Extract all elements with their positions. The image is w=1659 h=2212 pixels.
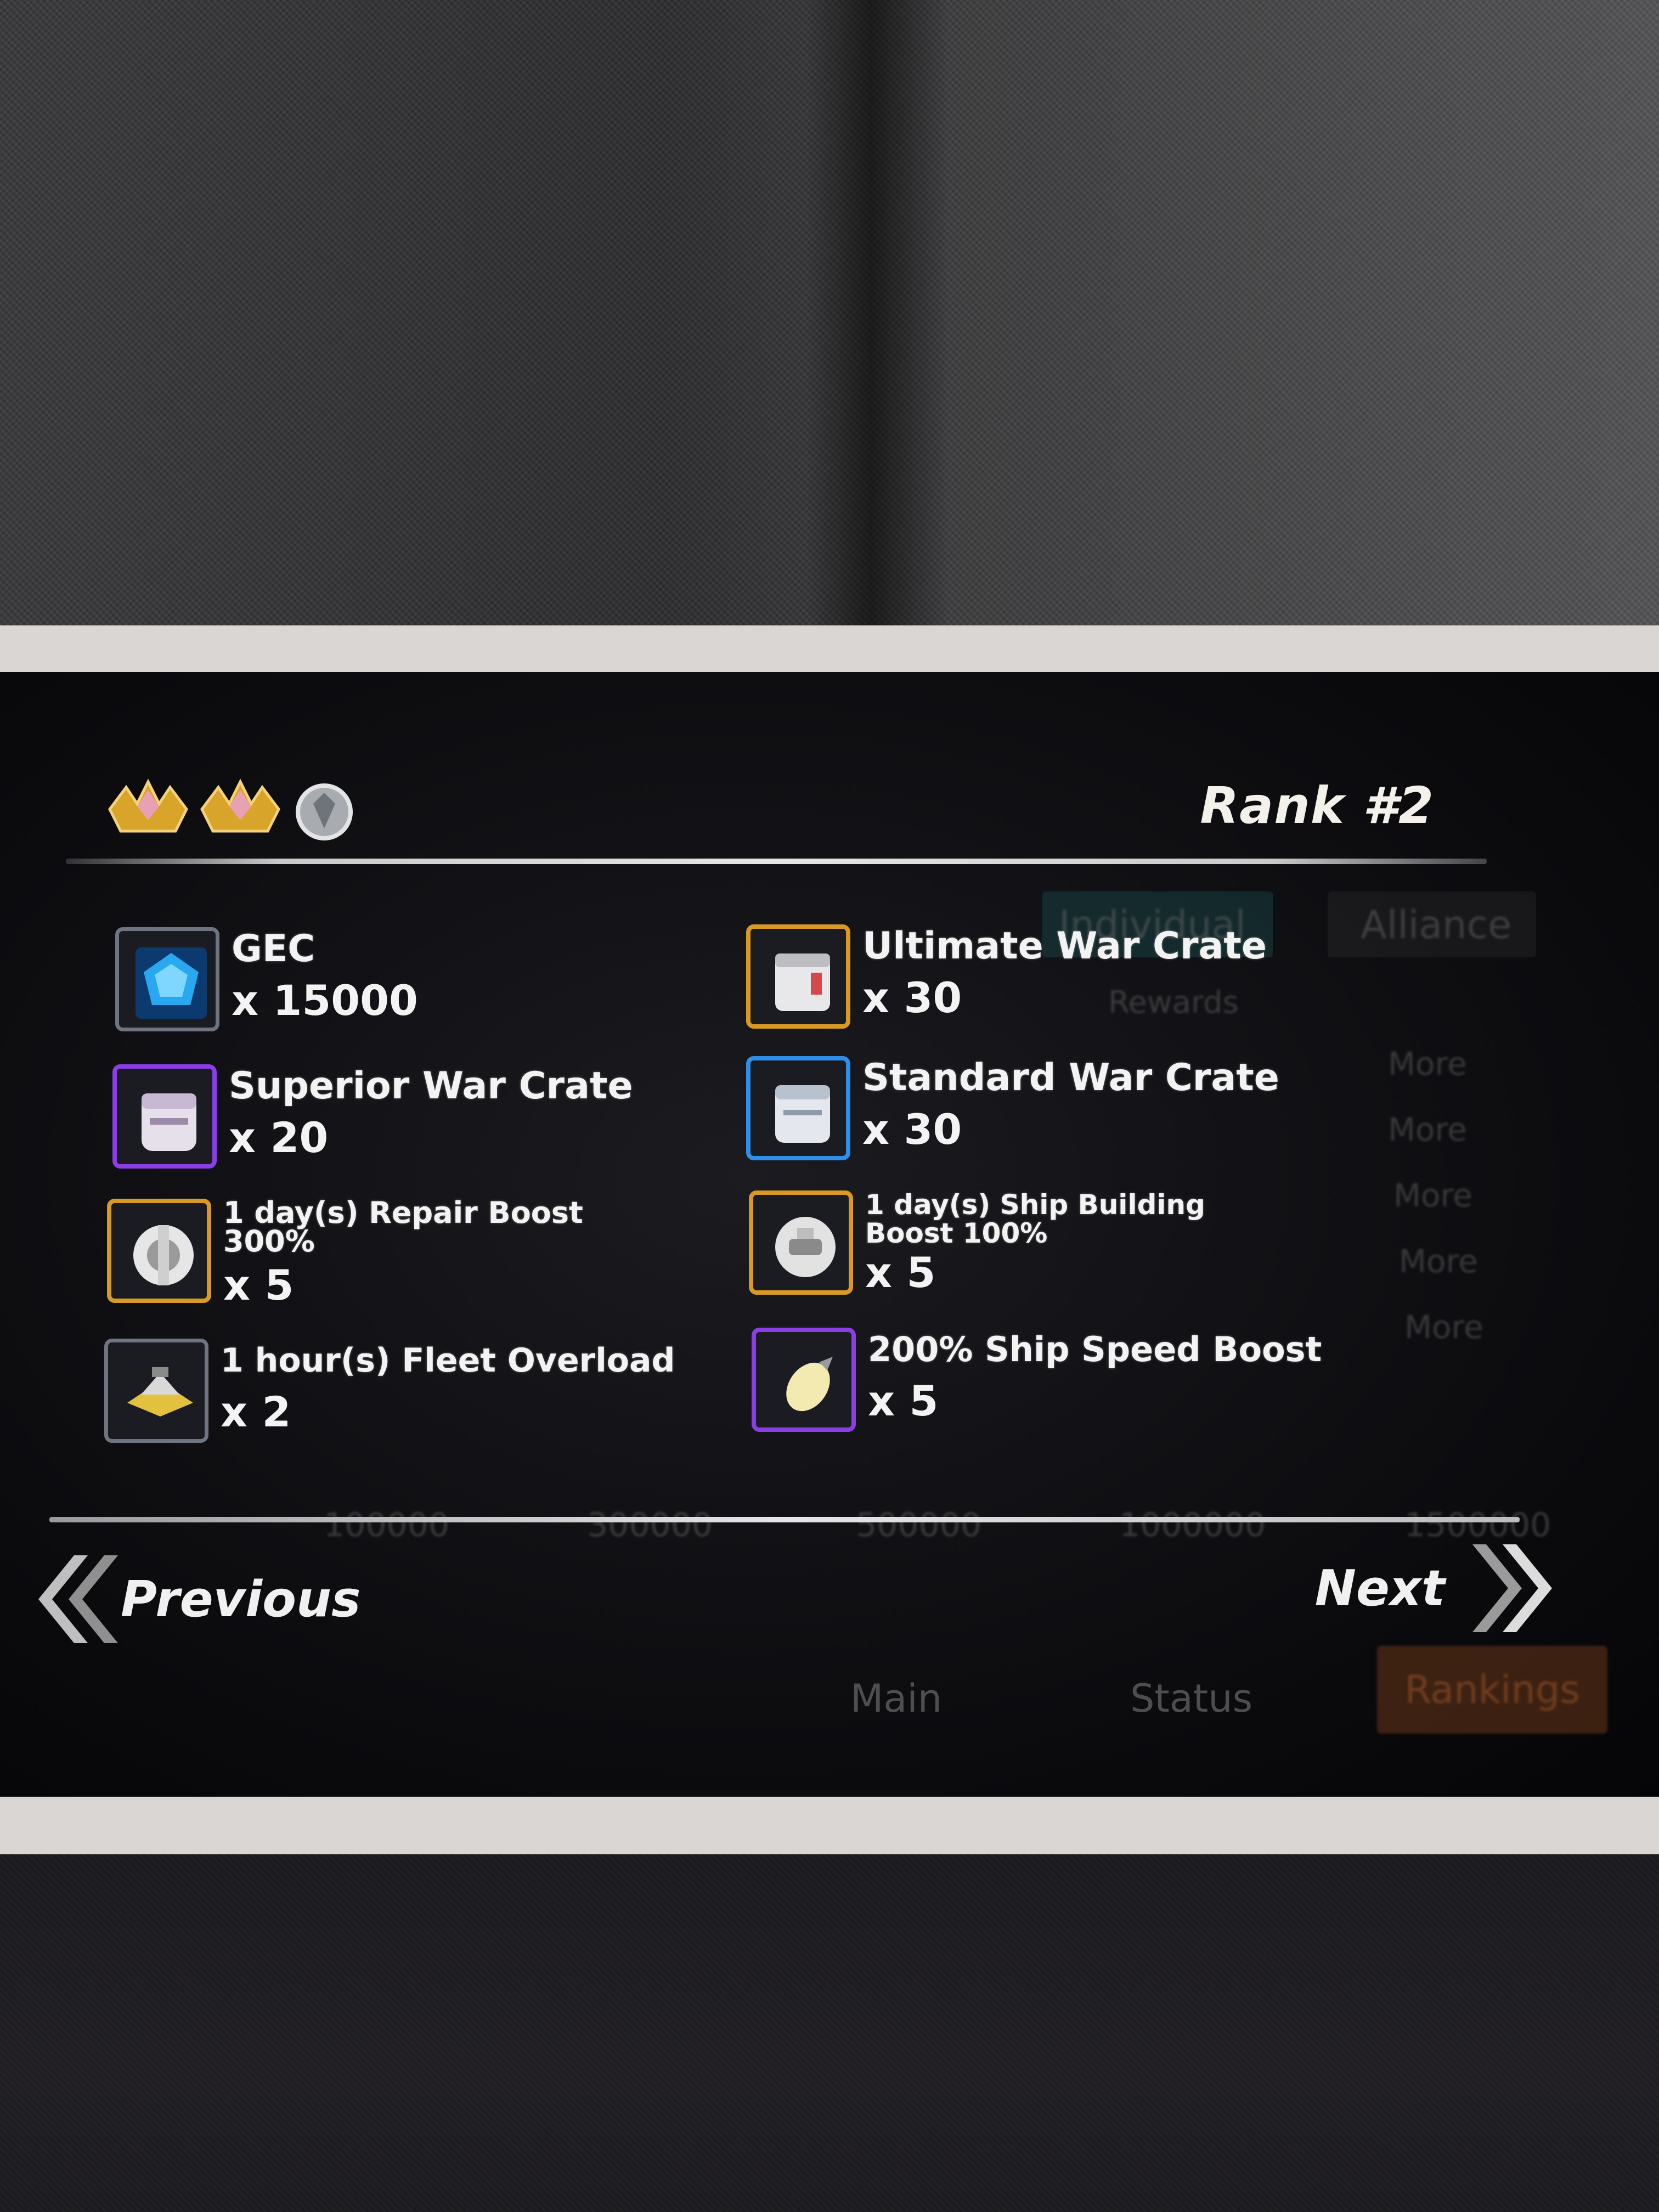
reward-icon-frame: [115, 927, 219, 1031]
reward-icon-frame: [112, 1064, 217, 1169]
reward-quantity: x 30: [862, 973, 962, 1022]
reward-name: 1 hour(s) Fleet Overload: [221, 1341, 675, 1380]
reward-quantity: x 5: [865, 1248, 936, 1297]
reward-item: 1 hour(s) Fleet Overload x 2: [104, 1339, 675, 1443]
reward-quantity: x 2: [221, 1387, 291, 1436]
reward-quantity: x 15000: [232, 976, 418, 1025]
reward-icon-frame: [746, 924, 850, 1029]
more-button[interactable]: More: [1399, 1243, 1478, 1280]
more-button[interactable]: More: [1388, 1045, 1467, 1082]
tab-main[interactable]: Main: [850, 1676, 942, 1721]
reward-name: Superior War Crate: [229, 1064, 633, 1108]
reward-icon-frame: [746, 1056, 850, 1160]
ship-speed-boost-icon: [786, 1357, 833, 1412]
tab-alliance-label: Alliance: [1361, 902, 1512, 947]
game-screen: Individual Alliance Rewards More More Mo…: [0, 672, 1659, 1797]
reward-quantity: x 5: [868, 1376, 939, 1425]
rank-title: Rank #2: [1200, 776, 1434, 835]
reward-item: Superior War Crate x 20: [112, 1064, 633, 1169]
more-button[interactable]: More: [1388, 1111, 1467, 1148]
reward-name: GEC: [232, 927, 315, 970]
gold-medal-icon: [104, 776, 192, 842]
ship-building-boost-icon: [775, 1217, 836, 1277]
reward-item: Standard War Crate x 30: [746, 1056, 1279, 1160]
more-button[interactable]: More: [1393, 1177, 1472, 1214]
reward-item: Ultimate War Crate x 30: [746, 924, 1267, 1029]
reward-quantity: x 5: [223, 1261, 294, 1310]
reward-item: 1 day(s) Repair Boost 300% x 5: [107, 1195, 651, 1311]
silver-medal-icon: [289, 776, 360, 842]
reward-name: 200% Ship Speed Boost: [868, 1329, 1322, 1369]
reward-name: Ultimate War Crate: [862, 924, 1267, 968]
repair-boost-icon: [133, 1225, 194, 1285]
next-button[interactable]: Next: [1315, 1533, 1566, 1643]
reward-icon-frame: [749, 1190, 853, 1295]
threshold-label: 500000: [856, 1506, 982, 1544]
previous-label: Previous: [121, 1570, 361, 1628]
fabric-fold-shadow: [806, 0, 949, 625]
reward-name: 1 day(s) Repair Boost 300%: [223, 1195, 583, 1259]
double-chevron-right-icon: [1472, 1544, 1552, 1632]
reward-quantity: x 20: [229, 1113, 329, 1162]
tab-status[interactable]: Status: [1130, 1676, 1252, 1721]
fleet-overload-icon: [127, 1367, 193, 1417]
reward-name: 1 day(s) Ship Building Boost 100%: [865, 1189, 1205, 1249]
more-button[interactable]: More: [1404, 1308, 1483, 1346]
reward-icon-frame: [104, 1339, 208, 1443]
gec-icon: [136, 947, 207, 1019]
superior-crate-icon: [142, 1093, 196, 1151]
reward-item: 200% Ship Speed Boost x 5: [752, 1328, 1322, 1432]
reward-item: 1 day(s) Ship Building Boost 100% x 5: [749, 1190, 1238, 1298]
divider-bottom: [49, 1517, 1520, 1522]
ultimate-crate-icon: [775, 953, 830, 1011]
reward-item: GEC x 15000: [115, 927, 418, 1031]
double-chevron-left-icon: [38, 1555, 118, 1643]
fabric-bottom: [0, 1854, 1659, 2212]
gold-medal-icon: [196, 776, 284, 842]
reward-icon-frame: [107, 1199, 211, 1303]
reward-icon-frame: [752, 1328, 856, 1432]
next-label: Next: [1314, 1559, 1445, 1617]
tab-rankings[interactable]: Rankings: [1377, 1646, 1607, 1734]
reward-name: Standard War Crate: [862, 1056, 1279, 1099]
rank-medals: [104, 774, 360, 845]
threshold-label: 1000000: [1119, 1506, 1266, 1544]
threshold-label: 100000: [324, 1506, 450, 1544]
threshold-label: 300000: [587, 1506, 713, 1544]
reward-quantity: x 30: [862, 1105, 962, 1154]
previous-button[interactable]: Previous: [22, 1544, 361, 1654]
standard-crate-icon: [775, 1085, 830, 1143]
divider-top: [66, 859, 1487, 864]
tab-alliance[interactable]: Alliance: [1328, 891, 1536, 957]
